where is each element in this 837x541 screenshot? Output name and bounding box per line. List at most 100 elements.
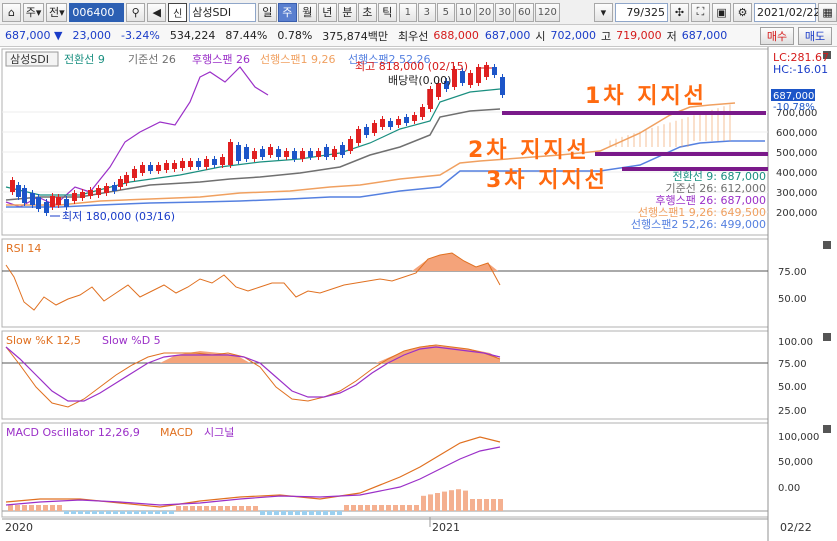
date-field[interactable]: 2021/02/22: [754, 2, 820, 22]
interval-button[interactable]: 3: [417, 2, 436, 22]
legend-item: 후행스팬 26: [192, 53, 250, 66]
candle-body: [204, 159, 209, 167]
period-tab[interactable]: 월: [297, 2, 317, 22]
buy-button[interactable]: 매수: [760, 27, 794, 45]
high-label: 고: [601, 29, 612, 43]
stock-code-input[interactable]: 006400: [69, 2, 125, 22]
support-label: 3차 지지선: [486, 168, 608, 193]
candle-body: [340, 145, 345, 155]
candle-body: [212, 159, 217, 165]
candle-body: [220, 157, 225, 165]
interval-button[interactable]: 5: [436, 2, 455, 22]
macd-histogram-bar: [120, 511, 125, 514]
stoch-tick: 25.00: [778, 406, 807, 417]
calendar-icon[interactable]: ▦: [818, 2, 837, 22]
interval-button[interactable]: 10: [455, 2, 475, 22]
macd-histogram-bar: [281, 511, 286, 515]
macd-tick: 50,000: [778, 457, 813, 468]
y-tick-label: 400,000: [776, 168, 817, 179]
candle-body: [492, 67, 497, 75]
chart-tool-icon[interactable]: ⛶: [691, 2, 711, 22]
candle-body: [112, 185, 117, 191]
best-bid-label: 최우선: [398, 29, 429, 43]
macd-histogram-bar: [50, 505, 55, 511]
candle-body: [468, 73, 473, 85]
macd-histogram-bar: [435, 493, 440, 511]
interval-button[interactable]: 1: [398, 2, 417, 22]
period-tab[interactable]: 분: [337, 2, 357, 22]
chevron-down-icon: ▾: [35, 5, 42, 19]
rsi-tick: 75.00: [778, 267, 807, 278]
gear-icon[interactable]: ⚙: [733, 2, 753, 22]
candle-body: [332, 149, 337, 157]
macd-histogram-bar: [134, 511, 139, 514]
x-tick-label: 2021: [432, 521, 460, 534]
open-label: 시: [535, 29, 546, 43]
macd-histogram-bar: [204, 506, 209, 511]
interval-button[interactable]: 20: [475, 2, 495, 22]
toolbar: ⌂ 주 ▾ 전 ▾ 006400 ⚲ ◀ 신 삼성SDI 일주월년분초틱 1 3 5 10…: [0, 0, 837, 25]
home-icon[interactable]: ⌂: [2, 2, 21, 22]
candle-body: [104, 186, 109, 193]
crosshair-icon[interactable]: ✣: [670, 2, 690, 22]
stock-name-field[interactable]: 삼성SDI: [189, 2, 256, 22]
macd-histogram-bar: [344, 505, 349, 511]
interval-button[interactable]: 30: [495, 2, 515, 22]
market-select[interactable]: 주 ▾: [23, 2, 45, 22]
chevron-down-icon[interactable]: ▾: [593, 2, 613, 22]
period-tab[interactable]: 일: [257, 2, 277, 22]
y-tick-label: 200,000: [776, 208, 817, 219]
macd-histogram-bar: [421, 495, 426, 511]
period-tab[interactable]: 틱: [377, 2, 397, 22]
turnover-rate: 0.78%: [277, 29, 313, 42]
candle-body: [180, 161, 185, 168]
search-icon[interactable]: ⚲: [126, 2, 146, 22]
macd-histogram-bar: [162, 511, 167, 514]
interval-buttons: 1 3 5 10 20 30 60 120: [398, 2, 560, 22]
chart-pane: [1, 238, 769, 328]
interval-button[interactable]: 60: [515, 2, 534, 22]
pane-menu-icon: [823, 241, 831, 249]
macd-histogram-bar: [302, 511, 307, 515]
rsi-tick: 50.00: [778, 294, 807, 305]
macd-histogram-bar: [253, 506, 258, 511]
macd-histogram-bar: [358, 505, 363, 511]
current-price-tag-text: 687,000: [773, 91, 814, 102]
stock-logo: 신: [168, 2, 188, 22]
candle-body: [172, 163, 177, 169]
macd-histogram-bar: [148, 511, 153, 514]
macd-histogram-bar: [260, 511, 265, 515]
candle-body: [292, 151, 297, 159]
low-label: 저: [666, 29, 677, 43]
macd-histogram-bar: [36, 505, 41, 511]
market-label: 주: [25, 6, 36, 19]
period-tab[interactable]: 년: [317, 2, 337, 22]
macd-histogram-bar: [113, 511, 118, 514]
chart-area[interactable]: 700,000600,000500,000400,000300,000200,0…: [0, 47, 837, 541]
legend-item: 전환선 9: [64, 53, 105, 66]
period-tab[interactable]: 주: [277, 2, 297, 22]
macd-histogram-bar: [99, 511, 104, 514]
candle-body: [276, 149, 281, 157]
candle-body: [64, 199, 69, 207]
candle-body: [188, 161, 193, 167]
speaker-icon[interactable]: ◀: [147, 2, 167, 22]
candle-body: [22, 188, 27, 203]
macd-histogram-bar: [351, 505, 356, 511]
bar-count-field[interactable]: 79/325: [614, 2, 669, 22]
macd-histogram-bar: [183, 506, 188, 511]
interval-button[interactable]: 120: [534, 2, 560, 22]
x-tick-label: 02/22: [780, 521, 812, 534]
macd-histogram-bar: [491, 499, 496, 511]
macd-histogram-bar: [169, 511, 174, 514]
macd-histogram-bar: [239, 506, 244, 511]
candle-body: [164, 163, 169, 170]
macd-histogram-bar: [407, 505, 412, 511]
macd-histogram-bar: [176, 506, 181, 511]
macd-histogram-bar: [337, 511, 342, 515]
candle-body: [268, 147, 273, 155]
sell-button[interactable]: 매도: [798, 27, 832, 45]
save-icon[interactable]: ▣: [712, 2, 732, 22]
period-tab[interactable]: 초: [357, 2, 377, 22]
compare-select[interactable]: 전 ▾: [46, 2, 68, 22]
